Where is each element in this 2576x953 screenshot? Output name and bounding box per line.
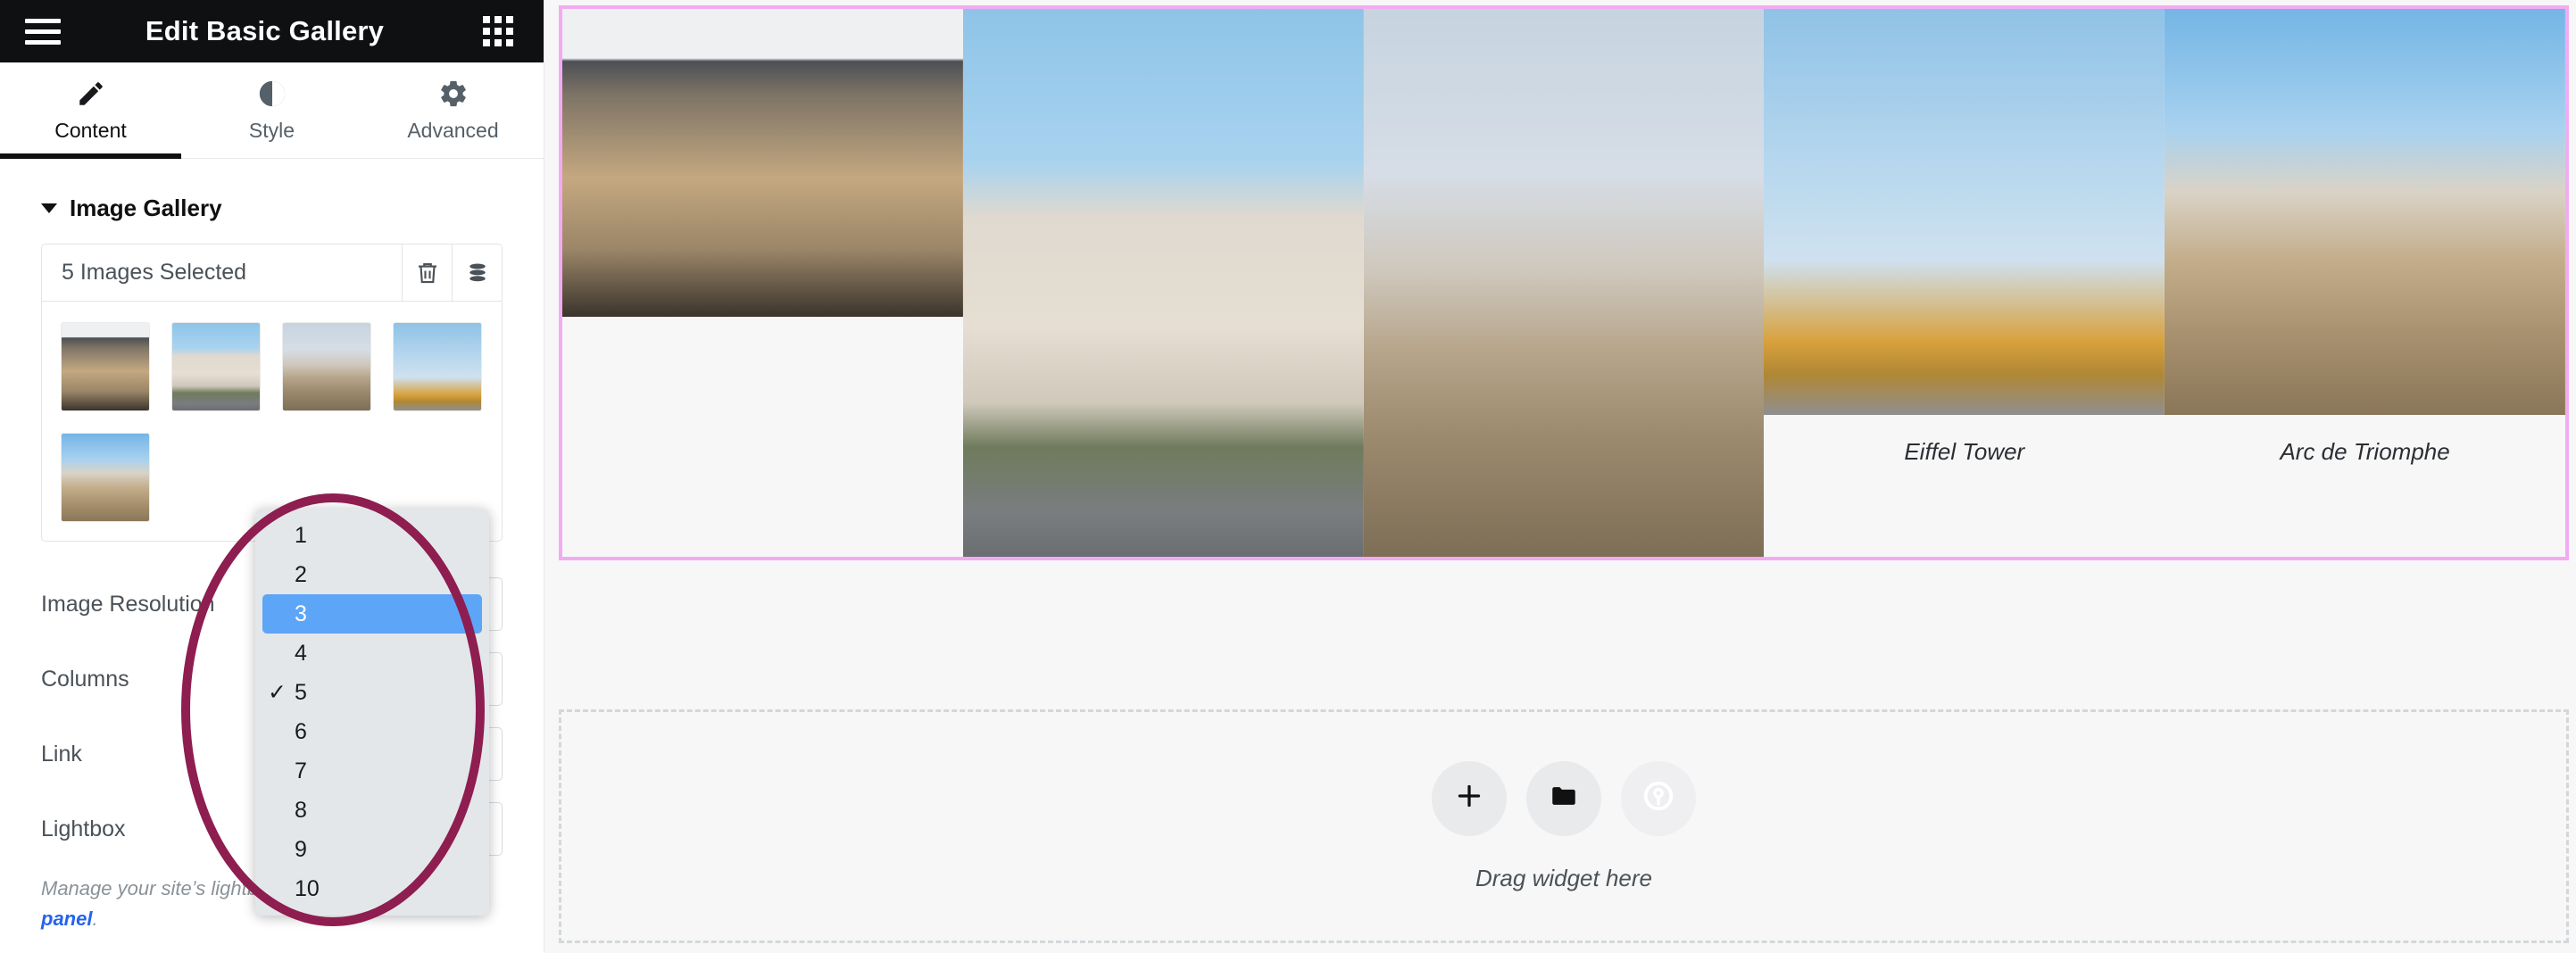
tab-content[interactable]: Content xyxy=(0,62,181,159)
widget-dropzone[interactable]: Drag widget here xyxy=(559,709,2569,943)
gallery-photo xyxy=(1764,9,2165,415)
gallery-grid: Eiffel Tower Arc de Triomphe xyxy=(562,9,2565,580)
plus-icon xyxy=(1453,780,1485,816)
thumbnail-2[interactable] xyxy=(172,323,260,410)
tab-advanced[interactable]: Advanced xyxy=(362,62,544,158)
panel-header: Edit Basic Gallery xyxy=(0,0,544,62)
dropdown-option-6[interactable]: 6 xyxy=(255,712,489,751)
gallery-photo xyxy=(1363,9,1765,557)
gear-icon xyxy=(438,79,469,109)
dropdown-option-label: 5 xyxy=(295,679,307,705)
gallery-caption xyxy=(562,317,963,340)
dropdown-option-label: 4 xyxy=(295,640,307,666)
gallery-caption: Eiffel Tower xyxy=(1904,438,2025,465)
app-root: Edit Basic Gallery Content Style Advance… xyxy=(0,0,2576,953)
pencil-icon xyxy=(76,79,106,109)
dropdown-option-7[interactable]: 7 xyxy=(255,751,489,791)
gallery-image-1[interactable] xyxy=(562,9,963,340)
thumbnail-5[interactable] xyxy=(62,434,149,521)
dropdown-option-4[interactable]: 4 xyxy=(255,634,489,673)
tab-advanced-label: Advanced xyxy=(407,118,499,142)
dropdown-option-1[interactable]: 1 xyxy=(255,516,489,555)
dropdown-option-label: 8 xyxy=(295,797,307,823)
dropdown-option-label: 6 xyxy=(295,718,307,744)
tab-style[interactable]: Style xyxy=(181,62,362,158)
gallery-image-3[interactable] xyxy=(1363,9,1765,580)
editor-canvas: Eiffel Tower Arc de Triomphe Drag widget… xyxy=(544,0,2576,953)
contrast-half-circle-icon xyxy=(257,79,287,109)
dropzone-label: Drag widget here xyxy=(1475,864,1652,891)
gallery-photo xyxy=(2165,9,2565,415)
folder-icon xyxy=(1549,781,1579,816)
gallery-caption: Arc de Triomphe xyxy=(2280,438,2450,465)
add-folder-button[interactable] xyxy=(1526,760,1601,836)
gallery-caption xyxy=(1364,557,1765,580)
checkmark-icon: ✓ xyxy=(268,680,287,705)
dropzone-actions xyxy=(1432,760,1696,836)
columns-dropdown[interactable]: 1 2 3 4 ✓ 5 6 7 8 9 10 xyxy=(255,509,489,916)
dropdown-option-5[interactable]: ✓ 5 xyxy=(255,673,489,712)
gallery-picker-header: 5 Images Selected xyxy=(42,244,502,302)
gallery-image-5[interactable]: Arc de Triomphe xyxy=(2165,9,2565,466)
section-image-gallery-header[interactable]: Image Gallery xyxy=(0,159,544,244)
dropdown-option-label: 2 xyxy=(295,561,307,587)
elementor-pro-icon xyxy=(1641,779,1675,817)
chevron-down-icon xyxy=(41,203,57,213)
pro-widgets-button[interactable] xyxy=(1621,760,1696,836)
gallery-caption xyxy=(963,557,1364,580)
dropdown-option-3[interactable]: 3 xyxy=(262,594,482,634)
dropdown-option-8[interactable]: 8 xyxy=(255,791,489,830)
grid-apps-icon[interactable] xyxy=(483,16,513,46)
gallery-widget[interactable]: Eiffel Tower Arc de Triomphe xyxy=(559,5,2569,560)
dropdown-option-label: 9 xyxy=(295,836,307,862)
tab-content-label: Content xyxy=(54,118,127,142)
dropdown-option-label: 7 xyxy=(295,758,307,783)
images-selected-label[interactable]: 5 Images Selected xyxy=(42,244,402,301)
add-widget-button[interactable] xyxy=(1432,760,1507,836)
dropdown-option-10[interactable]: 10 xyxy=(255,869,489,908)
dropdown-option-2[interactable]: 2 xyxy=(255,555,489,594)
gallery-image-4[interactable]: Eiffel Tower xyxy=(1764,9,2165,466)
trash-icon[interactable] xyxy=(402,244,452,301)
gallery-photo xyxy=(962,9,1364,557)
editor-panel: Edit Basic Gallery Content Style Advance… xyxy=(0,0,544,953)
panel-tabs: Content Style Advanced xyxy=(0,62,544,159)
helper-note-suffix: . xyxy=(92,907,98,931)
thumbnail-3[interactable] xyxy=(283,323,370,410)
gallery-photo xyxy=(562,9,963,317)
gallery-thumbnails xyxy=(42,302,502,541)
gallery-image-2[interactable] xyxy=(962,9,1364,580)
tab-style-label: Style xyxy=(248,118,295,142)
stack-layers-icon[interactable] xyxy=(452,244,502,301)
thumbnail-4[interactable] xyxy=(394,323,481,410)
section-title: Image Gallery xyxy=(70,195,222,221)
dropdown-option-label: 10 xyxy=(295,875,320,901)
thumbnail-1[interactable] xyxy=(62,323,149,410)
dropdown-option-label: 3 xyxy=(295,601,307,626)
dropdown-option-9[interactable]: 9 xyxy=(255,830,489,869)
lightbox-panel-link[interactable]: panel xyxy=(41,907,92,930)
gallery-picker: 5 Images Selected xyxy=(41,244,503,542)
page-title: Edit Basic Gallery xyxy=(145,15,385,46)
dropdown-option-label: 1 xyxy=(295,522,307,548)
